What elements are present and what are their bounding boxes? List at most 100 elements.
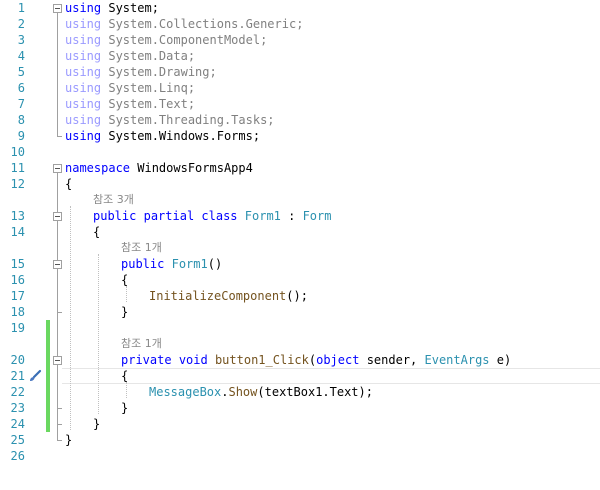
line-number: 21 [10,369,25,383]
code-line[interactable]: 24} [0,416,600,432]
code-text: { [121,272,128,288]
codelens-references[interactable]: 참조 1개 [0,240,600,256]
code-token: (); [286,289,308,303]
codelens-references[interactable]: 참조 3개 [0,192,600,208]
code-token: WindowsFormsApp4 [130,161,253,175]
code-line[interactable]: 25} [0,432,600,448]
line-number: 18 [10,305,25,319]
code-line[interactable]: 3 using System.ComponentModel; [0,32,600,48]
code-text: } [121,304,128,320]
code-line[interactable]: 8 using System.Threading.Tasks; [0,112,600,128]
line-number: 11 [10,161,25,175]
code-token: System.Linq; [101,81,196,95]
code-line[interactable]: 12 { [0,176,600,192]
code-line[interactable]: 10 [0,144,600,160]
code-line[interactable]: 4 using System.Data; [0,48,600,64]
line-number: 3 [17,33,25,47]
code-text: { [93,224,100,240]
code-token: void [178,353,208,367]
code-text: using System.Windows.Forms; [65,128,260,144]
code-token: using [65,1,102,15]
line-number: 24 [10,417,25,431]
code-token: using [65,17,102,31]
code-token: object [316,353,360,367]
code-token: (textBox1.Text); [257,385,373,399]
codelens-text[interactable]: 참조 1개 [121,336,162,352]
code-line[interactable]: 1 using System; [0,0,600,16]
code-token: () [207,257,223,271]
line-number: 19 [10,321,25,335]
code-token: System.Text; [101,97,196,111]
code-line[interactable]: 11 namespace WindowsFormsApp4 [0,160,600,176]
code-token: private [121,353,172,367]
code-token: { [93,225,101,239]
code-text: { [65,176,72,192]
line-number: 23 [10,401,25,415]
code-editor[interactable]: 1 using System; 2 using System.Collections.… [0,0,600,490]
code-token: e) [489,353,512,367]
code-token: using [65,97,102,111]
line-number: 8 [17,113,25,127]
code-text: namespace WindowsFormsApp4 [65,160,253,176]
code-text: using System.ComponentModel; [65,32,267,48]
code-line[interactable]: 18} [0,304,600,320]
code-line[interactable]: 26 [0,448,600,464]
code-token: } [121,305,129,319]
code-token: } [93,417,101,431]
code-token: System.Data; [101,49,196,63]
code-text: using System.Collections.Generic; [65,16,303,32]
line-number: 16 [10,273,25,287]
code-text: } [65,432,72,448]
code-text: using System.Drawing; [65,64,217,80]
code-token: using [65,129,102,143]
code-text: public Form1() [121,256,222,272]
code-line[interactable]: 5 using System.Drawing; [0,64,600,80]
code-line[interactable]: 13 public partial class Form1 : Form [0,208,600,224]
code-text: using System; [65,0,159,16]
code-text: public partial class Form1 : Form [93,208,331,224]
code-token: Form1 [171,257,208,271]
code-token: Form1 [244,209,281,223]
line-number: 2 [17,17,25,31]
code-line[interactable]: 21 { [0,368,600,384]
code-line[interactable]: 20 private void button1_Click(object send… [0,352,600,368]
line-number: 12 [10,177,25,191]
codelens-text[interactable]: 참조 1개 [121,240,162,256]
code-line[interactable]: 14 { [0,224,600,240]
code-line[interactable]: 7 using System.Text; [0,96,600,112]
code-token: partial [143,209,195,223]
line-number: 17 [10,289,25,303]
code-line[interactable]: 6 using System.Linq; [0,80,600,96]
code-text: } [121,400,128,416]
code-token: System.Threading.Tasks; [101,113,275,127]
line-number: 14 [10,225,25,239]
line-number: 22 [10,385,25,399]
code-token: using [65,49,102,63]
code-text: InitializeComponent(); [149,288,308,304]
line-number: 20 [10,353,25,367]
code-token: EventArgs [424,353,490,367]
code-line[interactable]: 2 using System.Collections.Generic; [0,16,600,32]
codelens-references[interactable]: 참조 1개 [0,336,600,352]
code-line[interactable]: 22 MessageBox.Show(textBox1.Text); [0,384,600,400]
line-number: 6 [17,81,25,95]
line-number: 7 [17,97,25,111]
code-token: System.Drawing; [101,65,217,79]
code-line[interactable]: 9 using System.Windows.Forms; [0,128,600,144]
code-line[interactable]: 16 { [0,272,600,288]
code-token: button1_Click [214,353,309,367]
code-token: using [65,65,102,79]
code-token: } [65,433,73,447]
code-line[interactable]: 17 InitializeComponent(); [0,288,600,304]
code-token: } [121,401,129,415]
code-line[interactable]: 19 [0,320,600,336]
code-line[interactable]: 23} [0,400,600,416]
code-line[interactable]: 15 public Form1() [0,256,600,272]
line-number: 13 [10,209,25,223]
codelens-text[interactable]: 참조 3개 [93,192,134,208]
